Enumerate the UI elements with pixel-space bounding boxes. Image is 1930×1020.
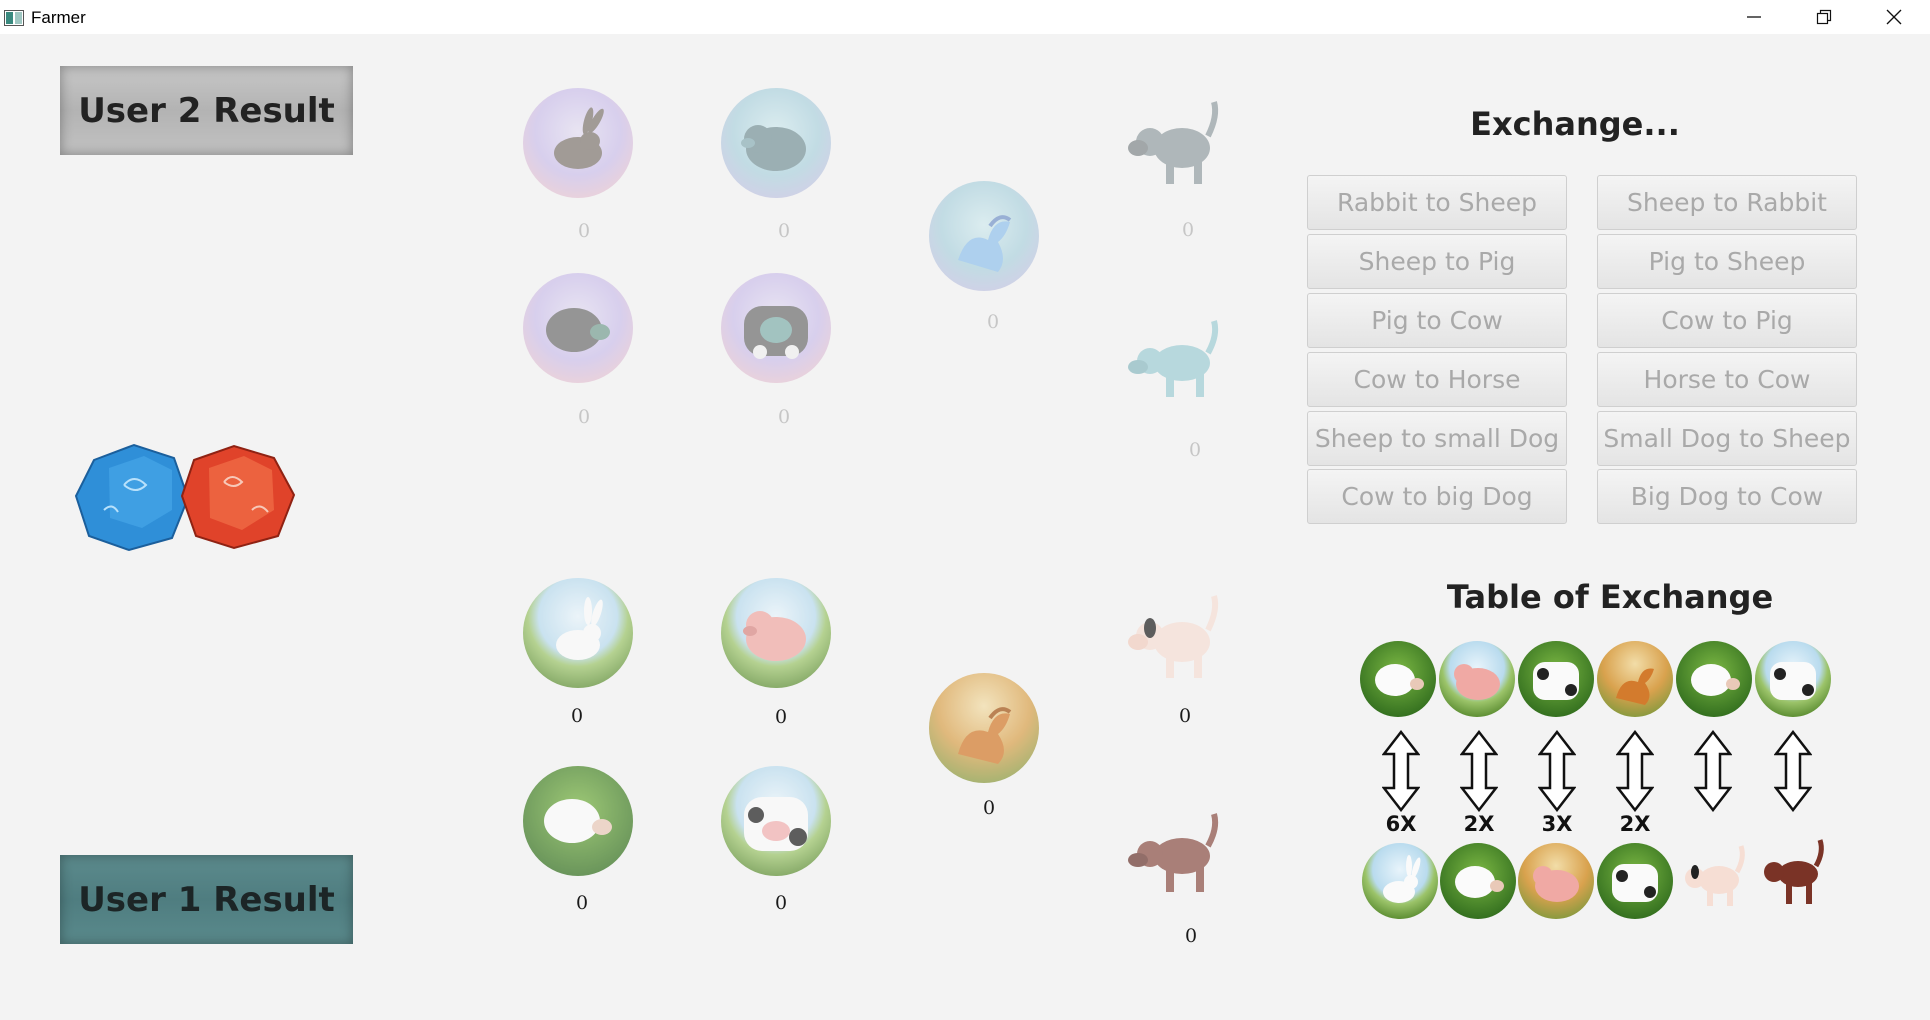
user1-cow-icon xyxy=(721,766,831,876)
user1-horse-count: 0 xyxy=(982,797,996,819)
user2-rabbit-icon xyxy=(523,88,633,198)
app-icon xyxy=(4,10,24,26)
cow-icon xyxy=(1597,843,1673,919)
user2-result-label: User 2 Result xyxy=(78,90,335,131)
user2-small-dog-count: 0 xyxy=(1181,219,1195,241)
rabbit-icon xyxy=(1362,843,1438,919)
sheep-icon xyxy=(1440,843,1516,919)
pig-to-cow-button[interactable]: Pig to Cow xyxy=(1307,293,1567,348)
sheep-icon xyxy=(1676,641,1752,717)
big-dog-icon xyxy=(1764,839,1824,904)
window-titlebar: Farmer xyxy=(0,0,1930,34)
window-title: Farmer xyxy=(31,8,86,27)
minimize-button[interactable] xyxy=(1719,0,1789,34)
double-arrow-icon xyxy=(1460,730,1498,812)
cow-to-pig-button[interactable]: Cow to Pig xyxy=(1597,293,1857,348)
user2-sheep-icon xyxy=(523,273,633,383)
cow-icon xyxy=(1518,641,1594,717)
multiplier-label: 2X xyxy=(1619,812,1651,836)
user2-cow-count: 0 xyxy=(777,406,791,428)
double-arrow-icon xyxy=(1538,730,1576,812)
horse-icon xyxy=(1597,641,1673,717)
pig-to-sheep-button[interactable]: Pig to Sheep xyxy=(1597,234,1857,289)
multiplier-label: 2X xyxy=(1463,812,1495,836)
user2-rabbit-count: 0 xyxy=(577,220,591,242)
user1-cow-count: 0 xyxy=(774,892,788,914)
user1-rabbit-count: 0 xyxy=(570,705,584,727)
double-arrow-icon xyxy=(1382,730,1420,812)
user2-horse-count: 0 xyxy=(986,311,1000,333)
user2-big-dog-count: 0 xyxy=(1188,439,1202,461)
cow-icon xyxy=(1755,641,1831,717)
sheep-to-pig-button[interactable]: Sheep to Pig xyxy=(1307,234,1567,289)
horse-to-cow-button[interactable]: Horse to Cow xyxy=(1597,352,1857,407)
user1-result-button[interactable]: User 1 Result xyxy=(60,855,353,944)
user1-pig-icon xyxy=(721,578,831,688)
double-arrow-icon xyxy=(1774,730,1812,812)
user1-big-dog-count: 0 xyxy=(1184,925,1198,947)
rabbit-to-sheep-button[interactable]: Rabbit to Sheep xyxy=(1307,175,1567,230)
table-of-exchange-title: Table of Exchange xyxy=(1446,578,1774,616)
maximize-button[interactable] xyxy=(1789,0,1859,34)
sheep-to-rabbit-button[interactable]: Sheep to Rabbit xyxy=(1597,175,1857,230)
user2-result-button[interactable]: User 2 Result xyxy=(60,66,353,155)
red-die xyxy=(180,444,296,550)
sheep-to-small-dog-button[interactable]: Sheep to small Dog xyxy=(1307,411,1567,466)
user1-sheep-count: 0 xyxy=(575,892,589,914)
exchange-title: Exchange... xyxy=(1470,105,1680,143)
blue-die xyxy=(74,443,190,552)
double-arrow-icon xyxy=(1694,730,1732,812)
user1-pig-count: 0 xyxy=(774,706,788,728)
user2-pig-icon xyxy=(721,88,831,198)
small-dog-icon xyxy=(1685,845,1745,906)
pig-icon xyxy=(1518,843,1594,919)
user2-big-dog-icon xyxy=(1128,320,1219,397)
user2-horse-icon xyxy=(929,181,1039,291)
dice-icon[interactable] xyxy=(74,440,296,552)
user1-horse-icon xyxy=(929,673,1039,783)
double-arrow-icon xyxy=(1616,730,1654,812)
user2-sheep-count: 0 xyxy=(577,406,591,428)
pig-icon xyxy=(1439,641,1515,717)
multiplier-label: 6X xyxy=(1385,812,1417,836)
user2-pig-count: 0 xyxy=(777,220,791,242)
cow-to-horse-button[interactable]: Cow to Horse xyxy=(1307,352,1567,407)
user1-result-label: User 1 Result xyxy=(78,879,335,920)
user2-cow-icon xyxy=(721,273,831,383)
user1-small-dog-icon xyxy=(1128,595,1219,678)
user1-sheep-icon xyxy=(523,766,633,876)
user1-rabbit-icon xyxy=(523,578,633,688)
close-button[interactable] xyxy=(1859,0,1929,34)
close-icon xyxy=(1886,9,1902,25)
minimize-icon xyxy=(1747,16,1761,18)
user1-big-dog-icon xyxy=(1128,813,1219,892)
user1-small-dog-count: 0 xyxy=(1178,705,1192,727)
big-dog-to-cow-button[interactable]: Big Dog to Cow xyxy=(1597,469,1857,524)
multiplier-label: 3X xyxy=(1541,812,1573,836)
small-dog-to-sheep-button[interactable]: Small Dog to Sheep xyxy=(1597,411,1857,466)
user2-small-dog-icon xyxy=(1128,101,1219,184)
cow-to-big-dog-button[interactable]: Cow to big Dog xyxy=(1307,469,1567,524)
restore-icon xyxy=(1816,9,1832,25)
sheep-icon xyxy=(1360,641,1436,717)
